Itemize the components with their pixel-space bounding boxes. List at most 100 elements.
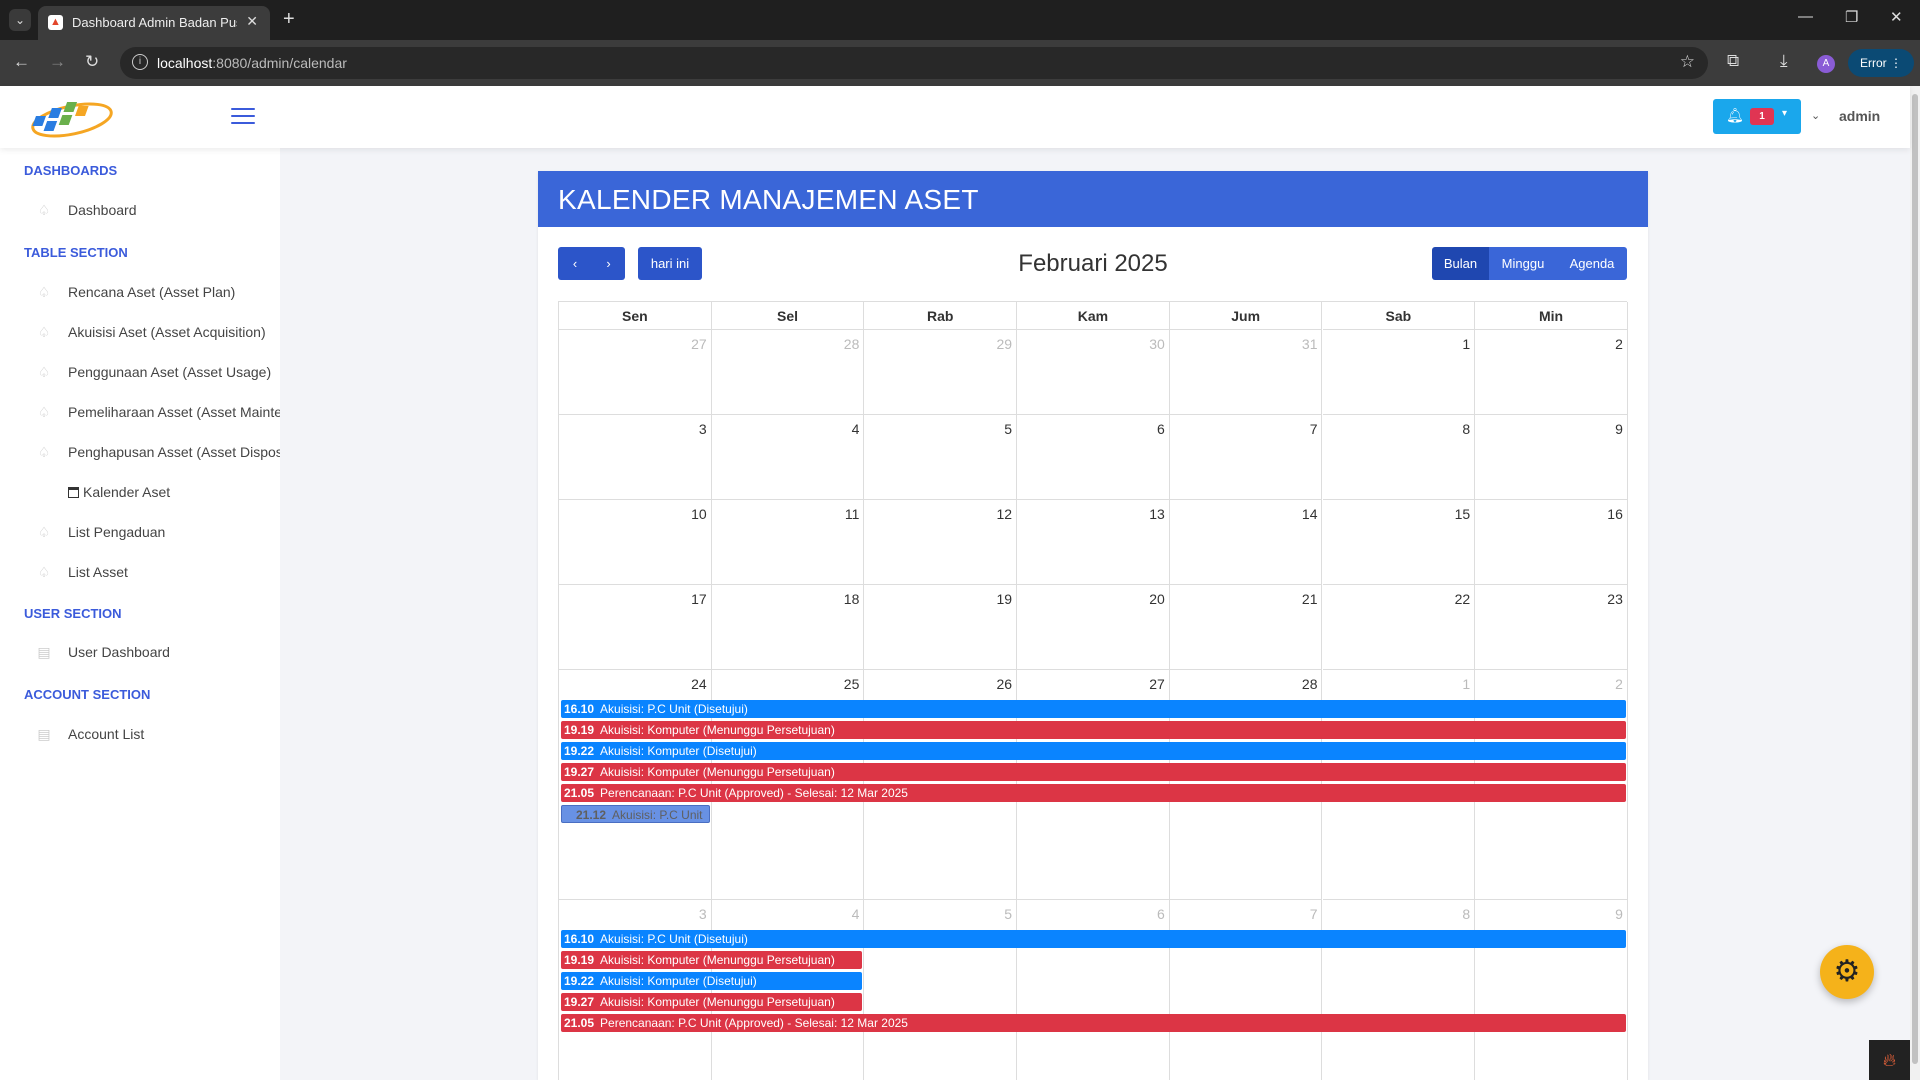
- sidebar-item-asset-list[interactable]: ♤ List Asset: [36, 564, 128, 581]
- profile-avatar[interactable]: A: [1817, 55, 1835, 73]
- day-number[interactable]: 26: [997, 676, 1013, 692]
- day-cell[interactable]: 22: [1322, 585, 1476, 670]
- sidebar-item-asset-calendar[interactable]: Kalender Aset: [68, 484, 170, 500]
- day-cell[interactable]: 7: [1169, 415, 1323, 500]
- day-number[interactable]: 16: [1607, 506, 1623, 522]
- error-button[interactable]: Error ⋮: [1848, 49, 1914, 77]
- page-scrollbar[interactable]: [1910, 86, 1920, 1080]
- day-number[interactable]: 12: [997, 506, 1013, 522]
- day-number[interactable]: 5: [1004, 421, 1012, 437]
- day-cell[interactable]: 10: [559, 500, 712, 585]
- day-cell[interactable]: 4: [712, 900, 865, 1080]
- day-cell[interactable]: 7: [1170, 900, 1323, 1080]
- day-cell[interactable]: 9: [1475, 900, 1628, 1080]
- day-number[interactable]: 8: [1462, 906, 1470, 922]
- calendar-event[interactable]: 19.22 Akuisisi: Komputer (Disetujui): [561, 742, 1626, 760]
- back-icon[interactable]: ←: [13, 52, 30, 72]
- sidebar-item-asset-usage[interactable]: ♤ Penggunaan Aset (Asset Usage): [36, 364, 271, 381]
- day-cell[interactable]: 3: [559, 415, 712, 500]
- day-number[interactable]: 5: [1004, 906, 1012, 922]
- day-cell[interactable]: 8: [1322, 415, 1476, 500]
- day-cell[interactable]: 4: [711, 415, 865, 500]
- minimize-icon[interactable]: —: [1798, 8, 1813, 25]
- tab-search-icon[interactable]: ⌄: [9, 9, 31, 31]
- day-cell[interactable]: 31: [1169, 330, 1323, 415]
- day-cell[interactable]: 3: [559, 900, 712, 1080]
- day-number[interactable]: 28: [1302, 676, 1318, 692]
- day-number[interactable]: 28: [844, 336, 860, 352]
- day-cell[interactable]: 12: [864, 500, 1018, 585]
- day-number[interactable]: 15: [1455, 506, 1471, 522]
- address-bar[interactable]: i localhost:8080/admin/calendar ☆: [120, 47, 1708, 79]
- day-number[interactable]: 24: [691, 676, 707, 692]
- day-number[interactable]: 4: [852, 421, 860, 437]
- day-cell[interactable]: 15: [1322, 500, 1476, 585]
- day-number[interactable]: 6: [1157, 421, 1165, 437]
- day-number[interactable]: 21: [1302, 591, 1318, 607]
- view-month-button[interactable]: Bulan: [1432, 247, 1489, 280]
- day-cell[interactable]: 27: [559, 330, 712, 415]
- day-cell[interactable]: 16: [1475, 500, 1628, 585]
- day-cell[interactable]: 6: [1017, 900, 1170, 1080]
- day-number[interactable]: 27: [1149, 676, 1165, 692]
- calendar-event[interactable]: 16.10 Akuisisi: P.C Unit (Disetujui): [561, 700, 1626, 718]
- window-close-icon[interactable]: ✕: [1890, 8, 1903, 26]
- browser-tab[interactable]: ▲ Dashboard Admin Badan Pusat ✕: [38, 6, 270, 40]
- user-menu-chevron-icon[interactable]: ⌄: [1811, 109, 1820, 122]
- calendar-event[interactable]: 19.19 Akuisisi: Komputer (Menunggu Perset…: [561, 721, 1626, 739]
- scrollbar-thumb[interactable]: [1912, 94, 1918, 1064]
- day-cell[interactable]: 2: [1475, 330, 1628, 415]
- day-number[interactable]: 20: [1149, 591, 1165, 607]
- day-cell[interactable]: 28: [711, 330, 865, 415]
- day-cell[interactable]: 13: [1017, 500, 1170, 585]
- day-number[interactable]: 8: [1462, 421, 1470, 437]
- day-number[interactable]: 13: [1149, 506, 1165, 522]
- calendar-event[interactable]: 21.12 Akuisisi: P.C Unit: [561, 805, 710, 823]
- day-cell[interactable]: 8: [1323, 900, 1476, 1080]
- calendar-event[interactable]: 19.19 Akuisisi: Komputer (Menunggu Perset…: [561, 951, 863, 969]
- day-number[interactable]: 9: [1615, 906, 1623, 922]
- day-number[interactable]: 19: [997, 591, 1013, 607]
- forward-icon[interactable]: →: [49, 52, 66, 72]
- day-number[interactable]: 7: [1310, 906, 1318, 922]
- calendar-event[interactable]: 16.10 Akuisisi: P.C Unit (Disetujui): [561, 930, 1626, 948]
- day-cell[interactable]: 29: [864, 330, 1018, 415]
- day-number[interactable]: 1: [1462, 336, 1470, 352]
- day-number[interactable]: 30: [1149, 336, 1165, 352]
- day-cell[interactable]: 20: [1017, 585, 1170, 670]
- sidebar-item-complaint-list[interactable]: ♤ List Pengaduan: [36, 524, 166, 541]
- bookmark-star-icon[interactable]: ☆: [1680, 52, 1695, 72]
- day-number[interactable]: 3: [699, 421, 707, 437]
- sidebar-item-asset-disposal[interactable]: ♤ Penghapusan Asset (Asset Disposal): [36, 444, 280, 461]
- calendar-event[interactable]: 19.27 Akuisisi: Komputer (Menunggu Perset…: [561, 763, 1626, 781]
- day-cell[interactable]: 18: [711, 585, 865, 670]
- new-tab-icon[interactable]: +: [283, 8, 295, 31]
- calendar-event[interactable]: 21.05 Perencanaan: P.C Unit (Approved) - …: [561, 784, 1626, 802]
- restore-icon[interactable]: ❐: [1845, 8, 1858, 26]
- day-number[interactable]: 4: [852, 906, 860, 922]
- sidebar-item-asset-maintenance[interactable]: ♤ Pemeliharaan Asset (Asset Maintenance): [36, 404, 280, 421]
- day-cell[interactable]: 19: [864, 585, 1018, 670]
- sidebar-item-dashboard[interactable]: ♤ Dashboard: [36, 202, 137, 219]
- view-agenda-button[interactable]: Agenda: [1557, 247, 1627, 280]
- sidebar-item-user-dashboard[interactable]: ▤ User Dashboard: [36, 644, 170, 661]
- reload-icon[interactable]: ↻: [85, 52, 99, 72]
- day-number[interactable]: 2: [1615, 336, 1623, 352]
- day-number[interactable]: 9: [1615, 421, 1623, 437]
- settings-fab[interactable]: ⚙: [1820, 945, 1874, 999]
- day-cell[interactable]: 1: [1322, 330, 1476, 415]
- day-number[interactable]: 25: [844, 676, 860, 692]
- day-number[interactable]: 17: [691, 591, 707, 607]
- sidebar-item-asset-plan[interactable]: ♤ Rencana Aset (Asset Plan): [36, 284, 236, 301]
- day-cell[interactable]: 9: [1475, 415, 1628, 500]
- sidebar-toggle-button[interactable]: [231, 108, 255, 124]
- day-cell[interactable]: 30: [1017, 330, 1170, 415]
- day-number[interactable]: 29: [997, 336, 1013, 352]
- notification-button[interactable]: 🔔︎ 1 ▾: [1713, 99, 1801, 134]
- calendar-event[interactable]: 19.22 Akuisisi: Komputer (Disetujui): [561, 972, 863, 990]
- username[interactable]: admin: [1839, 108, 1880, 124]
- sidebar-item-account-list[interactable]: ▤ Account List: [36, 726, 144, 743]
- view-week-button[interactable]: Minggu: [1489, 247, 1557, 280]
- day-cell[interactable]: 14: [1169, 500, 1323, 585]
- day-number[interactable]: 10: [691, 506, 707, 522]
